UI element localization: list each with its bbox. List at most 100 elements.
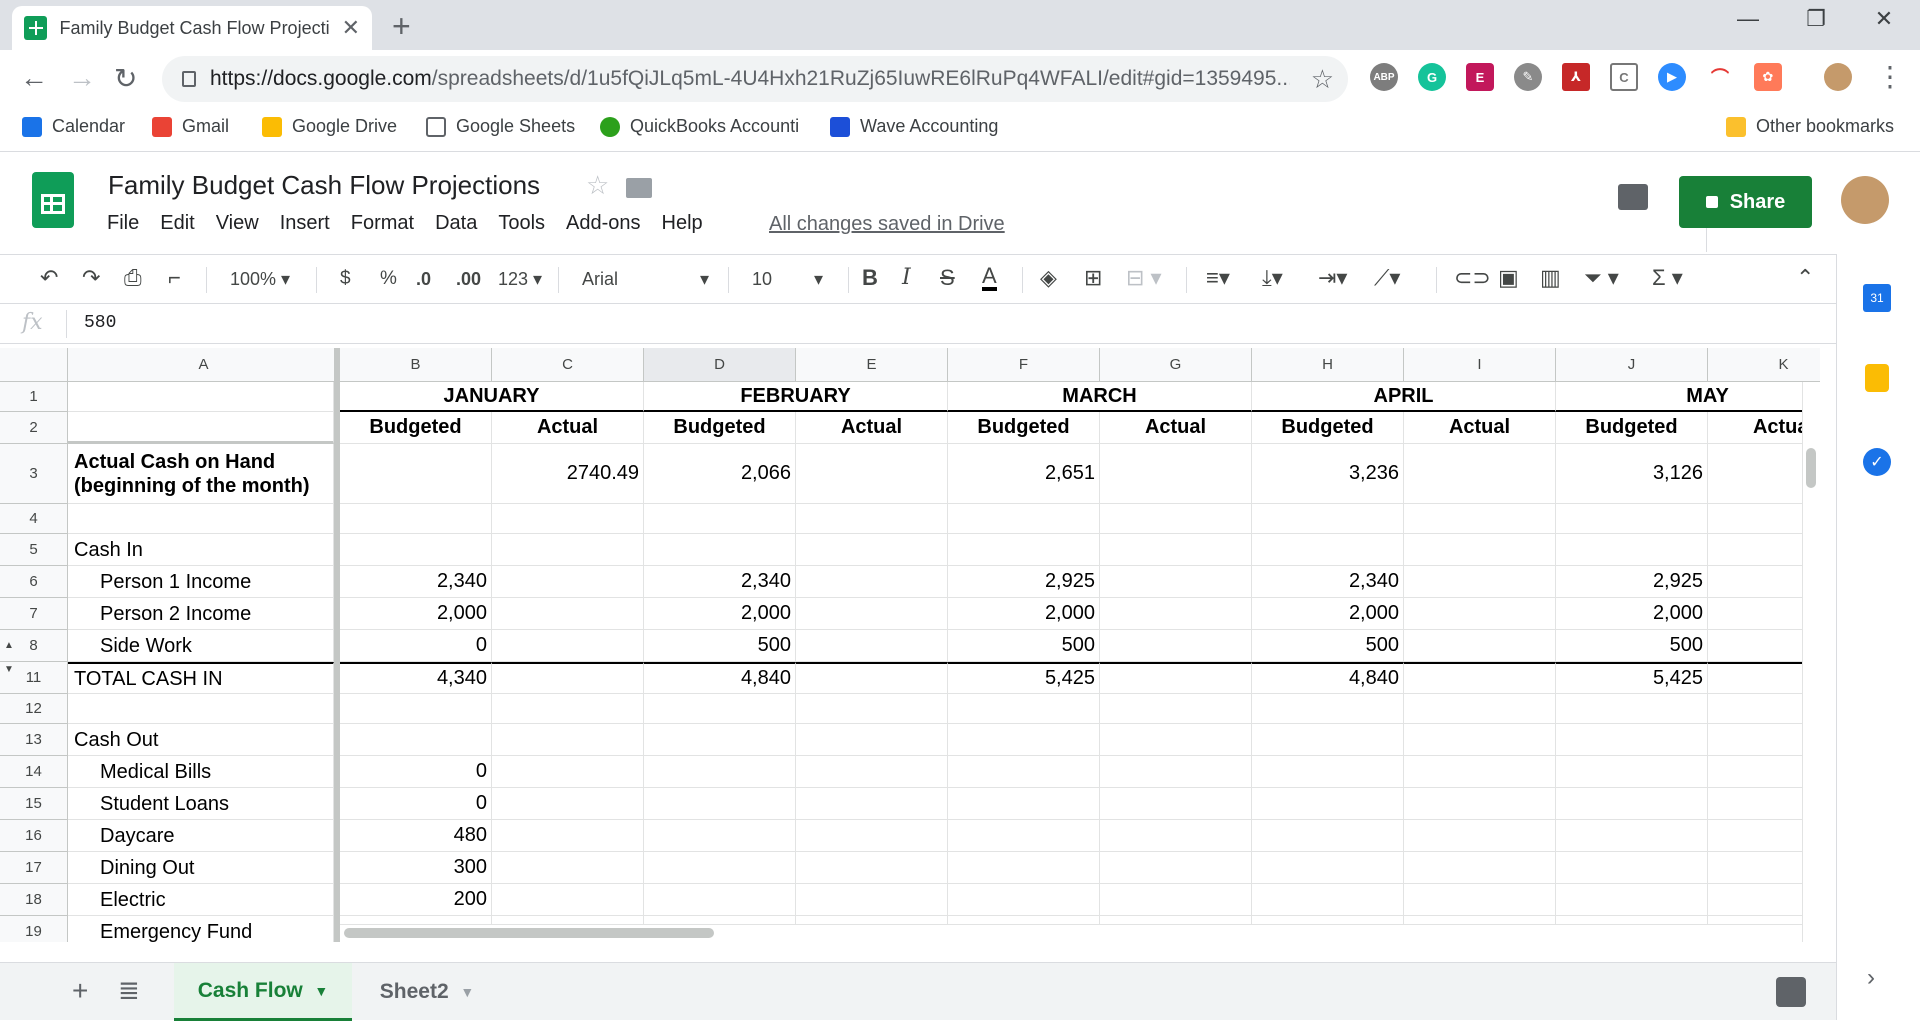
row-label-cell[interactable] xyxy=(68,382,334,412)
vertical-scroll-thumb[interactable] xyxy=(1806,448,1816,488)
value-cell[interactable]: 480 xyxy=(340,820,492,852)
value-cell[interactable] xyxy=(796,534,948,566)
value-cell[interactable] xyxy=(644,504,796,534)
column-header[interactable]: F xyxy=(948,348,1100,382)
value-cell[interactable] xyxy=(948,534,1100,566)
add-sheet-icon[interactable]: + xyxy=(72,975,88,1007)
row-header[interactable]: 5 xyxy=(0,534,68,566)
value-cell[interactable]: 300 xyxy=(340,852,492,884)
row-header[interactable]: 7 xyxy=(0,598,68,630)
row-label-cell[interactable]: Cash Out xyxy=(68,724,334,756)
minimize-icon[interactable]: — xyxy=(1728,6,1768,32)
hubspot-extension-icon[interactable]: ✿ xyxy=(1754,63,1782,91)
menu-file[interactable]: File xyxy=(107,212,139,235)
subheader-cell[interactable]: Budgeted xyxy=(948,412,1100,444)
column-header[interactable]: D xyxy=(644,348,796,382)
arc-extension-icon[interactable]: ⌒ xyxy=(1706,63,1734,91)
value-cell[interactable] xyxy=(492,566,644,598)
bookmark-other[interactable]: Other bookmarks xyxy=(1726,116,1894,137)
value-cell[interactable] xyxy=(1252,884,1404,916)
value-cell[interactable] xyxy=(948,852,1100,884)
group-expand-icon[interactable]: ▼ xyxy=(4,664,14,675)
row-header[interactable]: 15 xyxy=(0,788,68,820)
star-icon[interactable]: ☆ xyxy=(586,170,609,201)
row-header[interactable]: 13 xyxy=(0,724,68,756)
menu-view[interactable]: View xyxy=(216,212,259,235)
spreadsheet-grid[interactable]: A B C D E F G H I J K 1 JANUARY FEBRUARY MARCH APRIL MAY… xyxy=(0,348,1820,942)
value-cell[interactable] xyxy=(796,662,948,694)
grammarly-extension-icon[interactable]: G xyxy=(1418,63,1446,91)
value-cell[interactable] xyxy=(1404,694,1556,724)
value-cell[interactable] xyxy=(1252,724,1404,756)
row-label-cell[interactable]: Person 1 Income xyxy=(68,566,334,598)
subheader-cell[interactable]: Actual xyxy=(492,412,644,444)
row-label-cell[interactable]: Cash In xyxy=(68,534,334,566)
functions-icon[interactable]: Σ ▾ xyxy=(1652,265,1683,291)
forward-icon[interactable]: → xyxy=(68,62,96,94)
value-cell[interactable] xyxy=(796,504,948,534)
insert-chart-icon[interactable]: ▥ xyxy=(1540,265,1561,291)
value-cell[interactable] xyxy=(796,820,948,852)
menu-format[interactable]: Format xyxy=(351,212,414,235)
account-avatar[interactable] xyxy=(1841,176,1889,224)
column-header[interactable]: B xyxy=(340,348,492,382)
row-header[interactable]: 19 xyxy=(0,916,68,942)
move-folder-icon[interactable] xyxy=(626,178,652,198)
value-cell[interactable] xyxy=(1100,598,1252,630)
text-rotation-icon[interactable]: ⟋▾ xyxy=(1374,265,1400,291)
decrease-decimal-button[interactable]: .0 xyxy=(416,269,431,290)
row-label-cell[interactable]: Actual Cash on Hand (beginning of the mon… xyxy=(68,444,334,504)
value-cell[interactable] xyxy=(796,444,948,504)
value-cell[interactable]: 2,340 xyxy=(1252,566,1404,598)
fill-color-icon[interactable]: ◈ xyxy=(1040,265,1057,291)
paint-format-icon[interactable]: ⌐ xyxy=(168,265,181,291)
value-cell[interactable]: 200 xyxy=(340,884,492,916)
bookmark-wave-accounting[interactable]: Wave Accounting xyxy=(830,116,998,137)
value-cell[interactable] xyxy=(644,534,796,566)
value-cell[interactable] xyxy=(1100,504,1252,534)
value-cell[interactable] xyxy=(948,694,1100,724)
column-header[interactable]: J xyxy=(1556,348,1708,382)
formula-input[interactable]: 580 xyxy=(84,313,116,333)
value-cell[interactable] xyxy=(1252,820,1404,852)
browser-menu-icon[interactable]: ⋮ xyxy=(1876,60,1904,93)
value-cell[interactable] xyxy=(1404,852,1556,884)
value-cell[interactable]: 2,340 xyxy=(340,566,492,598)
row-label-cell[interactable]: Person 2 Income xyxy=(68,598,334,630)
value-cell[interactable] xyxy=(492,630,644,662)
zoom-select[interactable]: 100% ▾ xyxy=(230,269,290,290)
value-cell[interactable] xyxy=(1404,788,1556,820)
value-cell[interactable] xyxy=(1556,724,1708,756)
month-header[interactable]: JANUARY xyxy=(340,382,644,412)
subheader-cell[interactable]: Actual xyxy=(1404,412,1556,444)
increase-decimal-button[interactable]: .00 xyxy=(456,269,481,290)
value-cell[interactable] xyxy=(1100,534,1252,566)
row-label-cell[interactable]: Daycare xyxy=(68,820,334,852)
value-cell[interactable]: 3,126 xyxy=(1556,444,1708,504)
value-cell[interactable] xyxy=(1404,566,1556,598)
filter-icon[interactable]: ⏷ ▾ xyxy=(1584,265,1619,291)
value-cell[interactable] xyxy=(1252,534,1404,566)
column-header[interactable]: C xyxy=(492,348,644,382)
value-cell[interactable]: 2,000 xyxy=(1252,598,1404,630)
bookmark-gmail[interactable]: Gmail xyxy=(152,116,229,137)
value-cell[interactable] xyxy=(1100,566,1252,598)
value-cell[interactable] xyxy=(796,852,948,884)
redo-icon[interactable]: ↷ xyxy=(82,265,100,291)
value-cell[interactable] xyxy=(492,724,644,756)
value-cell[interactable] xyxy=(492,884,644,916)
value-cell[interactable] xyxy=(1556,534,1708,566)
value-cell[interactable] xyxy=(1556,820,1708,852)
row-label-cell[interactable] xyxy=(68,412,334,444)
value-cell[interactable]: 2,340 xyxy=(644,566,796,598)
value-cell[interactable] xyxy=(1556,756,1708,788)
eyedropper-extension-icon[interactable]: ✎ xyxy=(1514,63,1542,91)
reload-icon[interactable]: ↻ xyxy=(114,62,137,95)
select-all-corner[interactable] xyxy=(0,348,68,382)
month-header[interactable]: MAY xyxy=(1556,382,1820,412)
value-cell[interactable] xyxy=(796,756,948,788)
menu-edit[interactable]: Edit xyxy=(160,212,194,235)
value-cell[interactable]: 2,925 xyxy=(948,566,1100,598)
value-cell[interactable] xyxy=(948,756,1100,788)
value-cell[interactable] xyxy=(1404,724,1556,756)
